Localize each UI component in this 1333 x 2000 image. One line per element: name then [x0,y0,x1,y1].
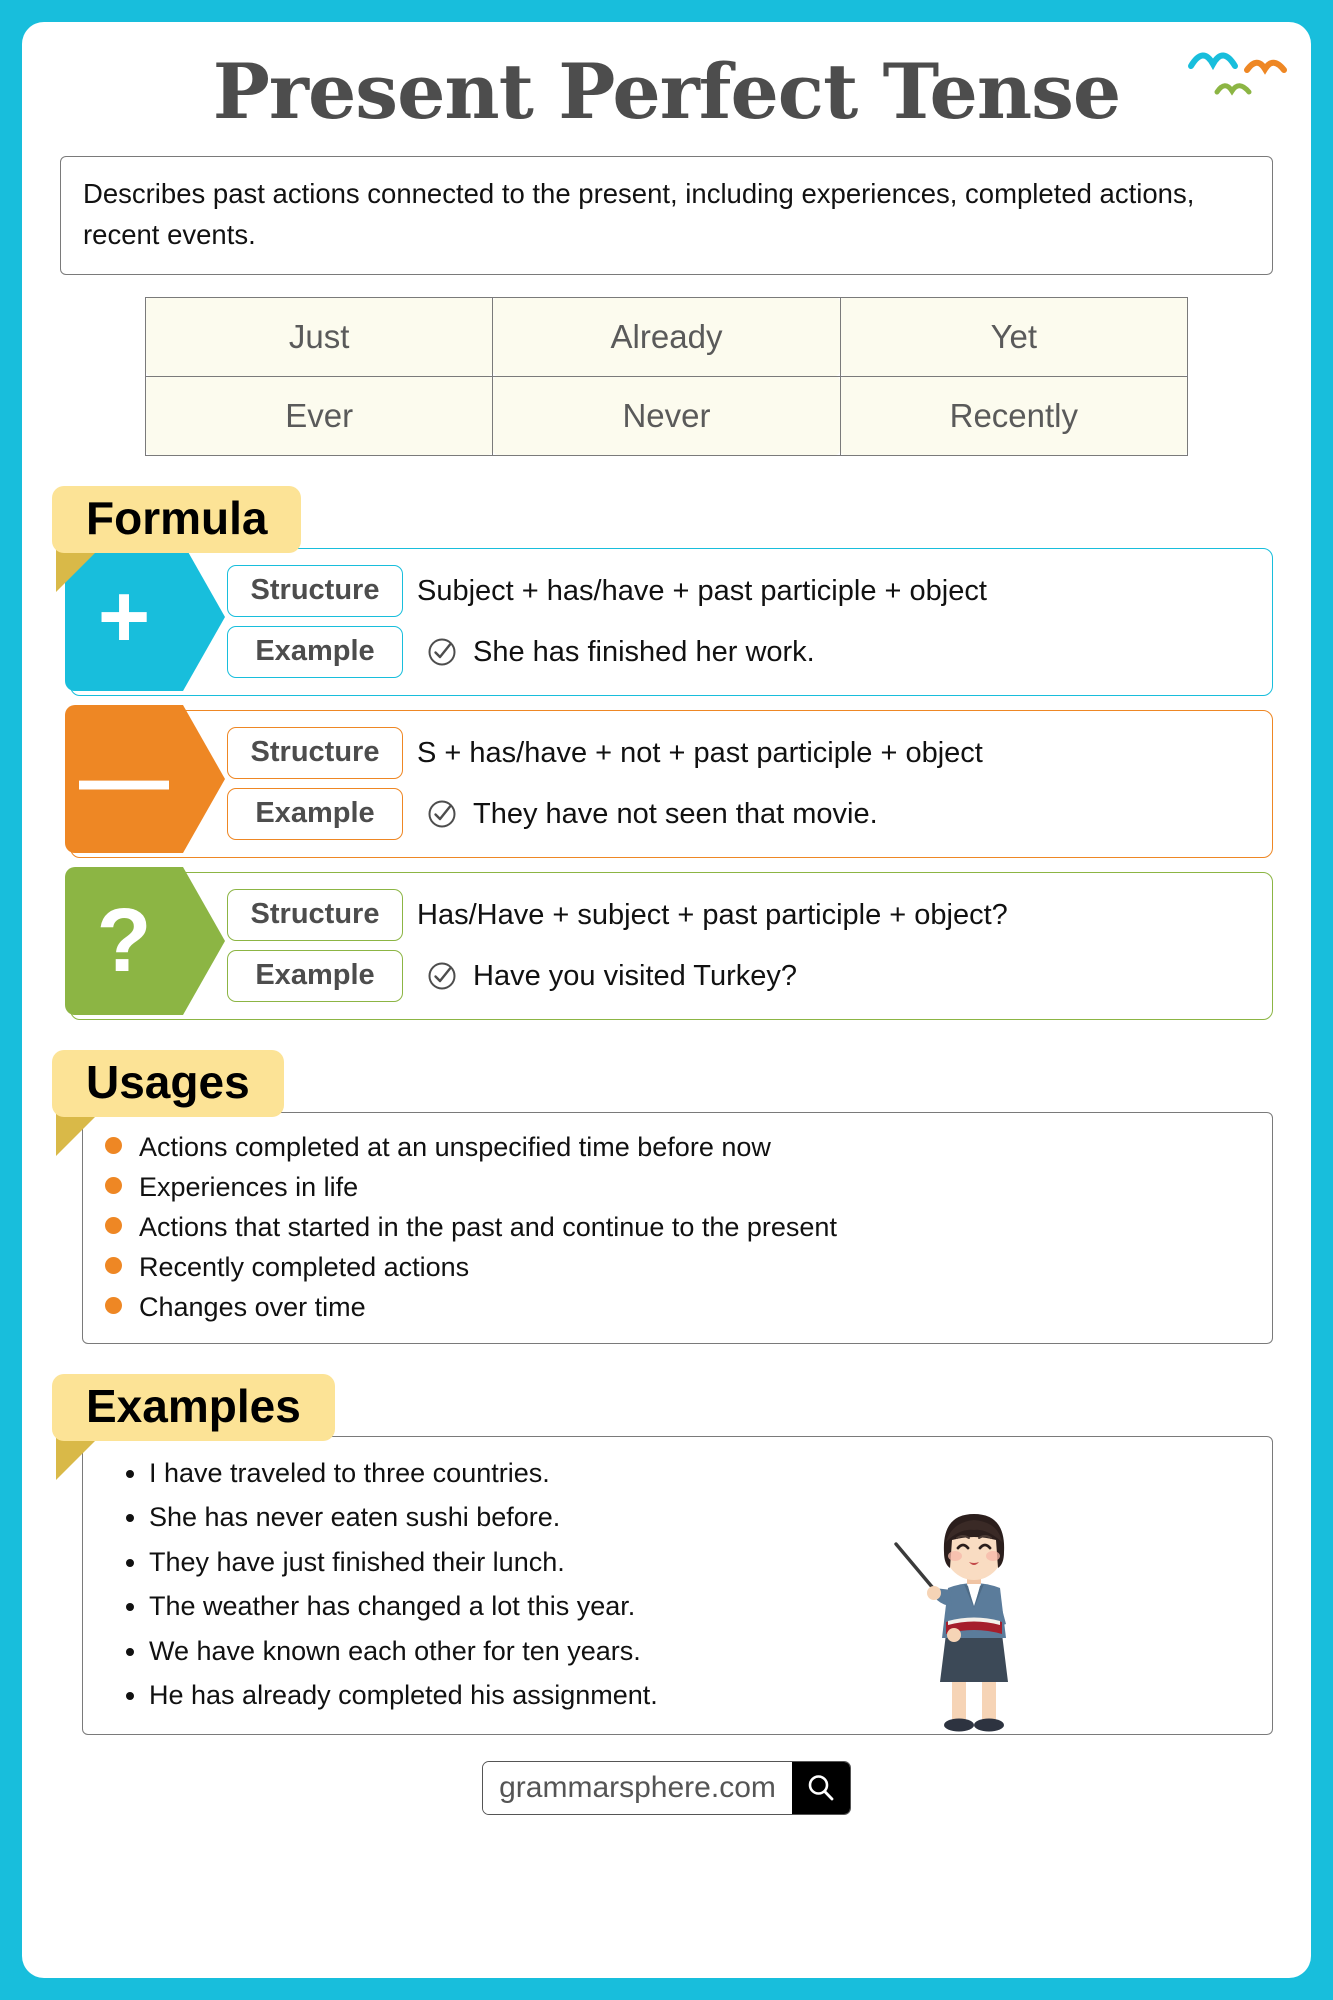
examples-panel: I have traveled to three countries. She … [82,1435,1273,1735]
bullet-dot-icon [105,1256,122,1274]
usages-list: Actions completed at an unspecified time… [105,1127,1250,1327]
structure-text: Subject + has/have + past participle + o… [417,574,987,607]
example-line: Example They have not seen that movie. [227,788,1272,840]
list-item: We have known each other for ten years. [149,1629,1250,1674]
bullet-dot-icon [105,1296,122,1314]
keyword-cell: Never [492,375,841,456]
arrow-decoration [183,542,225,691]
negative-sign-block: — [65,704,225,853]
structure-line: Structure Has/Have + subject + past part… [227,889,1272,941]
tab-fold-decoration [56,547,100,592]
bullet-dot-icon [105,1216,122,1234]
formula-row-positive: + Structure Subject + has/have + past pa… [65,542,1273,696]
definition-box: Describes past actions connected to the … [60,156,1273,275]
check-circle-icon [428,800,456,828]
structure-text: Has/Have + subject + past participle + o… [417,898,1008,931]
tab-fold-decoration [56,1111,100,1156]
birds-decoration-icon [1188,52,1287,96]
list-item: I have traveled to three countries. [149,1451,1250,1496]
formula-row-question: ? Structure Has/Have + subject + past pa… [65,866,1273,1020]
keyword-cell: Already [492,296,841,377]
bullet-dot-icon [105,1176,122,1194]
table-row: Just Already Yet [144,296,1189,377]
formula-body: Structure S + has/have + not + past part… [227,711,1272,857]
list-item: Actions completed at an unspecified time… [105,1127,1250,1167]
check-circle-icon [428,962,456,990]
structure-pill: Structure [227,889,403,941]
formula-row-negative: — Structure S + has/have + not + past pa… [65,704,1273,858]
list-item: Actions that started in the past and con… [105,1207,1250,1247]
keyword-table: Just Already Yet Ever Never Recently [144,296,1189,456]
keyword-cell: Just [144,296,494,377]
examples-list: I have traveled to three countries. She … [105,1451,1250,1718]
examples-tab-label: Examples [52,1373,335,1441]
keyword-cell: Yet [839,296,1189,377]
structure-text: S + has/have + not + past participle + o… [417,736,983,769]
bullet-dot-icon [105,1136,122,1154]
minus-sign-icon: — [79,728,169,829]
definition-text: Describes past actions connected to the … [83,178,1195,251]
formula-body: Structure Subject + has/have + past part… [227,549,1272,695]
example-line: Example She has finished her work. [227,626,1272,678]
question-sign-block: ? [65,866,225,1015]
arrow-decoration [183,866,225,1015]
usage-text: Actions completed at an unspecified time… [139,1131,771,1162]
footer: grammarsphere.com [22,1760,1311,1815]
usage-text: Actions that started in the past and con… [139,1211,837,1242]
search-icon [808,1775,834,1801]
formula-body: Structure Has/Have + subject + past part… [227,873,1272,1019]
check-circle-icon [428,638,456,666]
search-bar[interactable]: grammarsphere.com [482,1760,851,1815]
list-item: She has never eaten sushi before. [149,1495,1250,1540]
usage-text: Recently completed actions [139,1251,470,1282]
usage-text: Changes over time [139,1291,366,1322]
example-line: Example Have you visited Turkey? [227,950,1272,1002]
website-url: grammarsphere.com [483,1761,792,1814]
list-item: He has already completed his assignment. [149,1673,1250,1718]
arrow-decoration [183,704,225,853]
formula-heading: Formula [52,485,1311,592]
keyword-cell: Recently [839,375,1189,456]
example-text: They have not seen that movie. [473,797,878,830]
keyword-cell: Ever [144,375,494,456]
usage-text: Experiences in life [139,1171,359,1202]
question-mark-icon: ? [96,890,152,991]
search-button[interactable] [791,1761,850,1814]
title-section: Present Perfect Tense [22,36,1311,148]
structure-line: Structure S + has/have + not + past part… [227,727,1272,779]
usages-tab-label: Usages [52,1049,284,1117]
structure-pill: Structure [227,727,403,779]
page-title: Present Perfect Tense [212,47,1121,136]
poster: Present Perfect Tense Describes past act… [22,22,1311,1978]
table-row: Ever Never Recently [144,375,1189,456]
example-pill: Example [227,950,403,1002]
usages-heading: Usages [52,1049,1311,1156]
usages-panel: Actions completed at an unspecified time… [82,1111,1273,1344]
tab-fold-decoration [56,1435,100,1480]
list-item: They have just finished their lunch. [149,1540,1250,1585]
example-text: She has finished her work. [473,635,815,668]
structure-line: Structure Subject + has/have + past part… [227,565,1272,617]
list-item: Changes over time [105,1287,1250,1327]
list-item: Recently completed actions [105,1247,1250,1287]
list-item: Experiences in life [105,1167,1250,1207]
formula-tab-label: Formula [52,485,302,553]
structure-pill: Structure [227,565,403,617]
example-pill: Example [227,788,403,840]
examples-heading: Examples [52,1373,1311,1480]
example-text: Have you visited Turkey? [473,959,797,992]
list-item: The weather has changed a lot this year. [149,1584,1250,1629]
example-pill: Example [227,626,403,678]
teacher-illustration [894,1513,1008,1732]
